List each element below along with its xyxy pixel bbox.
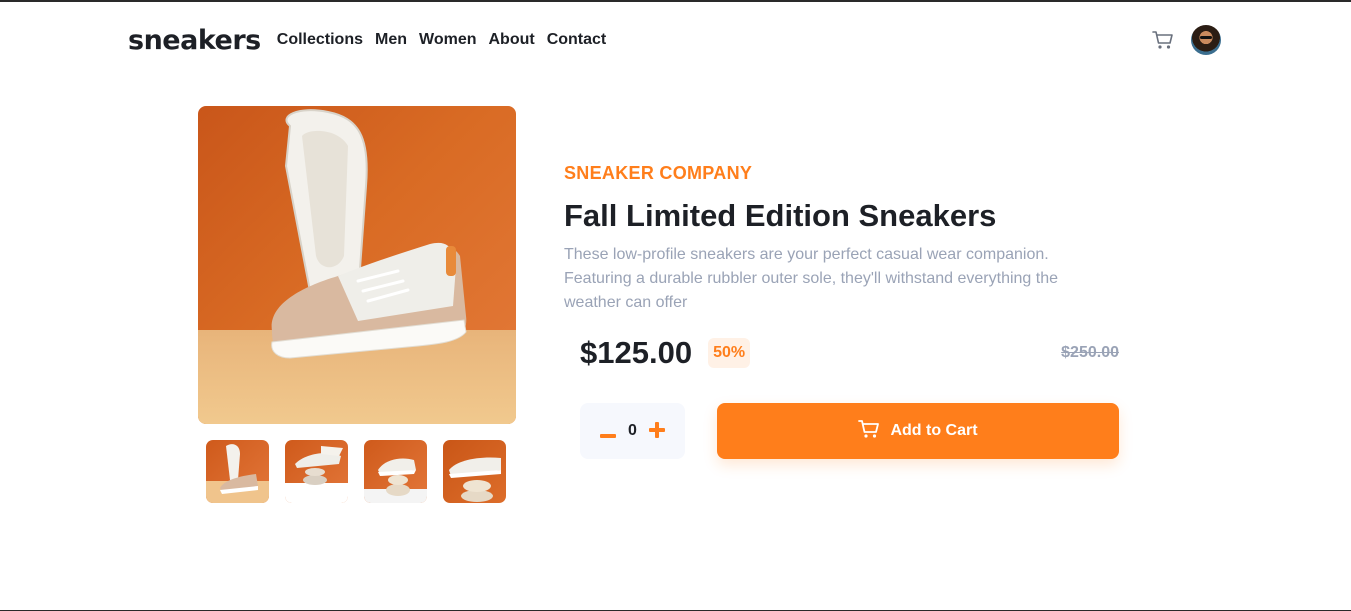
quantity-value: 0 (628, 422, 637, 439)
original-price: $250.00 (1061, 344, 1119, 361)
add-to-cart-button[interactable]: Add to Cart (717, 403, 1119, 459)
thumbnail-strip (198, 440, 516, 503)
product-info: SNEAKER COMPANY Fall Limited Edition Sne… (564, 162, 1119, 315)
nav-link-contact[interactable]: Contact (547, 31, 607, 49)
add-to-cart-label: Add to Cart (890, 422, 978, 439)
sneaker-illustration (271, 109, 467, 359)
current-price: $125.00 (580, 335, 693, 370)
nav-link-collections[interactable]: Collections (277, 31, 363, 49)
price-row: $125.00 50% $250.00 (564, 335, 1119, 371)
site-header: sneakers Collections Men Women About Con… (128, 20, 1221, 60)
cart-icon[interactable] (1151, 28, 1175, 52)
thumbnail-2[interactable] (285, 440, 348, 503)
thumbnail-4[interactable] (443, 440, 506, 503)
main-product-image[interactable] (198, 106, 516, 424)
nav-link-about[interactable]: About (488, 31, 534, 49)
nav-link-men[interactable]: Men (375, 31, 407, 49)
company-label: SNEAKER COMPANY (564, 163, 753, 183)
product-description: These low-profile sneakers are your perf… (564, 246, 1059, 311)
product-gallery (198, 106, 516, 503)
brand-logo[interactable]: sneakers (128, 27, 261, 54)
plus-icon[interactable] (649, 419, 665, 443)
cart-icon (858, 419, 880, 444)
user-avatar[interactable] (1191, 25, 1221, 55)
thumbnail-3[interactable] (364, 440, 427, 503)
main-nav: Collections Men Women About Contact (277, 31, 606, 49)
product-title: Fall Limited Edition Sneakers (564, 198, 997, 233)
minus-icon[interactable] (600, 419, 616, 443)
discount-badge: 50% (708, 338, 751, 368)
nav-link-women[interactable]: Women (419, 31, 476, 49)
quantity-stepper: 0 (580, 403, 685, 459)
header-actions (1151, 25, 1221, 55)
thumbnail-1[interactable] (206, 440, 269, 503)
